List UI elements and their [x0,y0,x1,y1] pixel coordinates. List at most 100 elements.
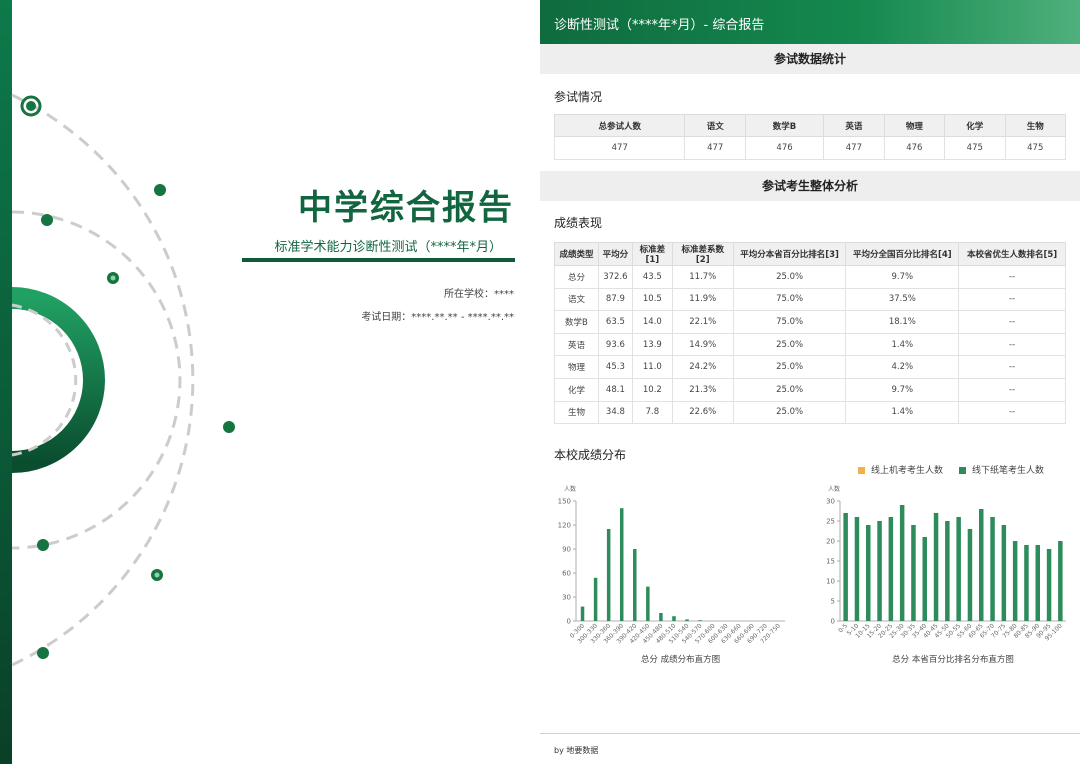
score-header-cell: 平均分本省百分比排名[3] [732,242,847,266]
score-cell: 21.3% [671,377,734,402]
score-cell: 语文 [554,287,599,312]
participation-header-cell: 总参试人数 [553,114,686,137]
chart-bar [866,525,871,621]
chart-bar [843,513,848,621]
y-tick-label: 25 [826,518,835,526]
participation-value-row: 477 477 476 477 476 475 475 [553,136,1067,160]
score-cell: 24.2% [671,355,734,379]
chart-bar [1058,541,1063,621]
score-cell: -- [958,377,1066,402]
chart-bar [911,525,916,621]
score-header-cell: 成绩类型 [554,242,599,266]
score-cell: 75.0% [732,287,847,312]
score-cell: -- [958,400,1066,425]
chart-bar [685,619,689,621]
score-cell: 4.2% [845,355,960,379]
report-header: 诊断性测试（****年*月）- 综合报告 [540,0,1080,44]
score-cell: 25.0% [732,355,847,379]
score-cell: 9.7% [845,265,960,289]
score-cell: 10.5 [631,287,673,312]
participation-value-cell: 476 [744,136,825,160]
legend-online-label: 线上机考考生人数 [871,466,944,476]
participation-header-cell: 英语 [823,114,885,137]
chart-bar [1046,549,1052,621]
chart-bar [990,517,995,621]
score-cell: 1.4% [845,332,960,357]
chart-bar [619,508,624,621]
score-cell: 45.3 [597,355,633,379]
cover-divider [242,258,515,262]
y-axis-label: 人数 [828,485,840,493]
chart-title: 总分 成绩分布直方图 [641,654,720,665]
score-cell: 93.6 [597,332,633,357]
chart-bar [967,529,973,621]
score-cell: -- [958,265,1066,289]
cover-dot [223,421,235,433]
table-row: 数学B 63.5 14.0 22.1% 75.0% 18.1% -- [554,310,1066,334]
chart-bar [922,537,927,621]
score-cell: 25.0% [732,400,847,425]
chart-bar [933,513,939,621]
score-cell: -- [958,332,1066,357]
score-cell: 11.7% [671,265,734,289]
chart-bar [659,613,663,621]
chart-bar [854,517,860,621]
y-tick-label: 90 [562,546,571,554]
score-cell: 11.0 [631,355,673,379]
score-cell: 14.9% [671,332,734,357]
chart-bar [606,529,611,621]
y-axis-label: 人数 [564,485,576,493]
score-cell: 10.2 [631,377,673,402]
y-tick-label: 30 [826,498,835,506]
score-cell: 11.9% [671,287,734,312]
score-cell: 48.1 [597,377,633,402]
score-cell: 1.4% [845,400,960,425]
score-cell: 13.9 [631,332,673,357]
y-tick-label: 0 [567,618,571,626]
score-cell: 7.8 [631,400,673,425]
participation-header-cell: 物理 [883,114,946,137]
participation-title: 参试情况 [554,90,603,104]
chart-bar [672,616,676,621]
participation-value-cell: 475 [1004,136,1067,160]
table-row: 语文 87.9 10.5 11.9% 75.0% 37.5% -- [554,287,1066,312]
participation-value-cell: 476 [883,136,946,160]
chart-bar [1001,525,1007,621]
section-bar-analysis: 参试考生整体分析 [540,171,1080,201]
rank-histogram-chart: 人数0510152025300-55-1010-1515-2020-2525-3… [826,485,1066,665]
participation-header-cell: 语文 [684,114,746,137]
chart-bar [979,509,984,621]
score-cell: 43.5 [631,265,673,289]
legend-offline: 线下纸笔考生人数 [959,463,1044,476]
performance-title: 成绩表现 [554,216,603,230]
table-row: 化学 48.1 10.2 21.3% 25.0% 9.7% -- [554,377,1066,402]
table-row: 英语 93.6 13.9 14.9% 25.0% 1.4% -- [554,332,1066,357]
score-cell: 总分 [554,265,599,289]
score-cell: 22.6% [671,400,734,425]
score-cell: 372.6 [597,265,633,289]
participation-value-cell: 477 [553,136,686,160]
distribution-title: 本校成绩分布 [554,448,627,462]
legend-online-swatch [858,467,865,474]
y-tick-label: 120 [558,522,571,530]
score-cell: -- [958,310,1066,334]
chart-bar [1024,545,1029,621]
legend-offline-swatch [959,467,967,474]
cover-dot [154,184,166,196]
score-header-cell: 平均分 [597,242,633,266]
cover-dot [37,647,49,659]
chart-bar [580,606,585,621]
score-cell: 25.0% [732,265,847,289]
score-cell: 物理 [554,355,599,379]
score-cell: 25.0% [732,332,847,357]
chart-bar [899,505,905,621]
cover-dot [41,214,53,226]
score-cell: 25.0% [732,377,847,402]
y-tick-label: 10 [826,578,835,586]
chart-bar [1012,541,1018,621]
score-cell: 化学 [554,377,599,402]
score-header-row: 成绩类型 平均分 标准差[1] 标准差系数[2] 平均分本省百分比排名[3] 平均分全国百… [554,242,1066,266]
table-row: 总分 372.6 43.5 11.7% 25.0% 9.7% -- [554,265,1066,289]
participation-header-cell: 生物 [1004,114,1067,137]
y-tick-label: 15 [826,558,835,566]
